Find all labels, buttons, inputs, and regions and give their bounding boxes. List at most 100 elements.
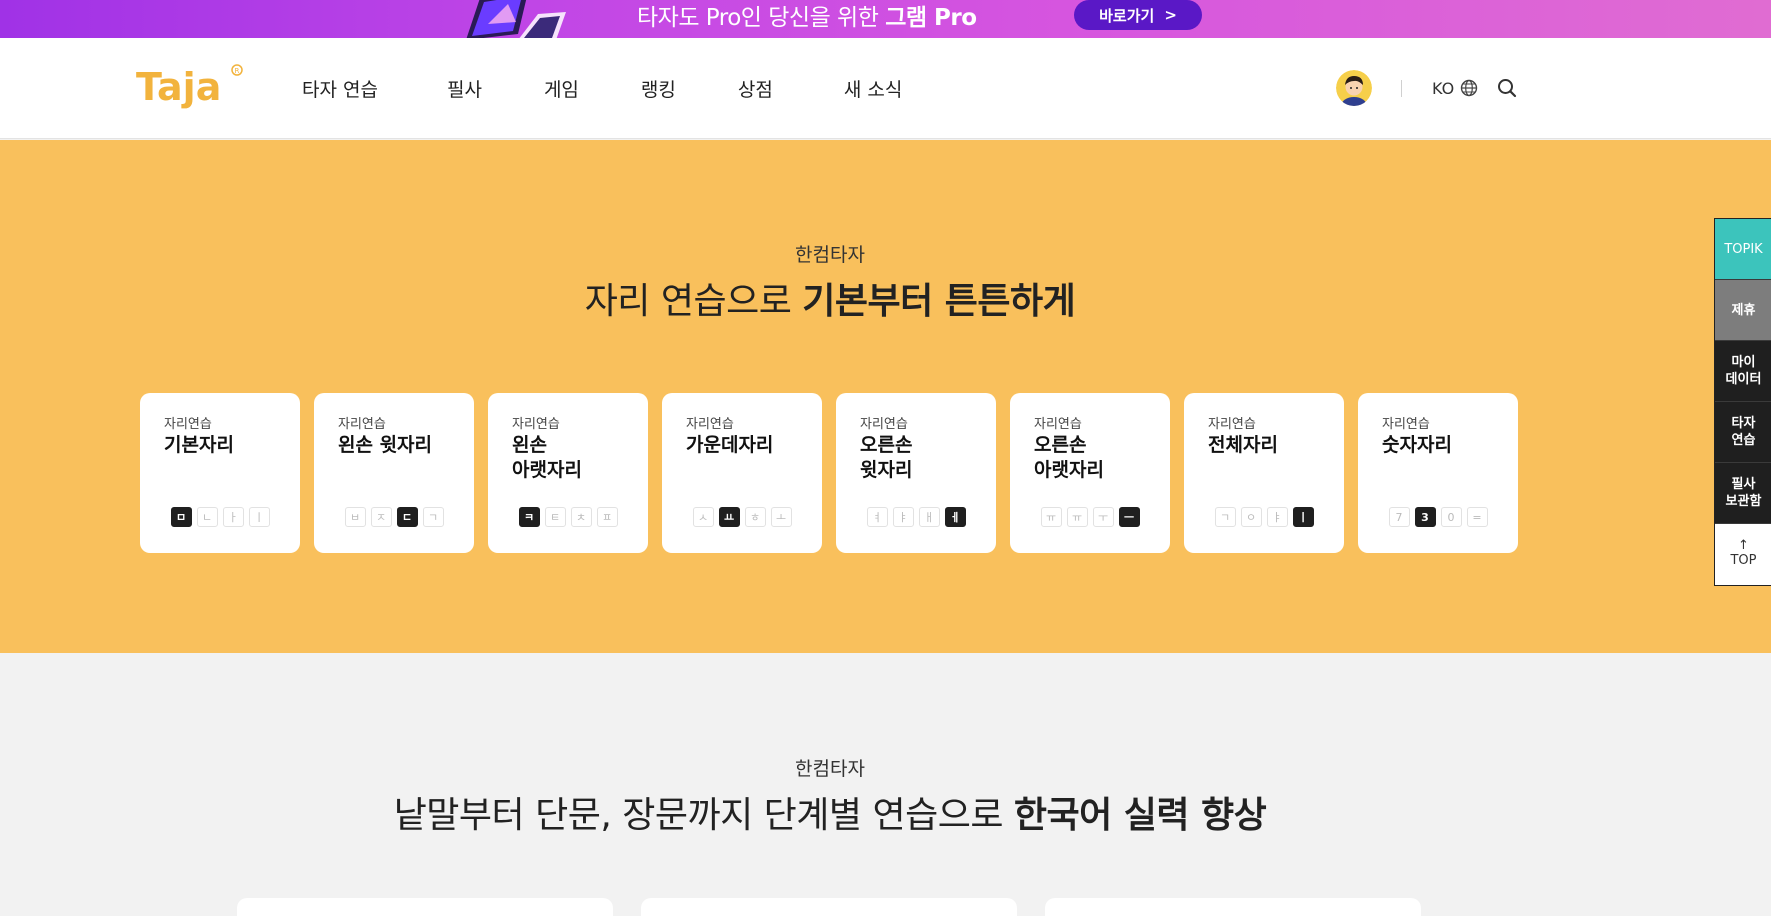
key-cap: ㅌ: [544, 507, 566, 527]
key-cap: =: [1466, 507, 1488, 527]
card-eyebrow: 자리연습: [512, 417, 560, 432]
key-cap-active: 3: [1414, 507, 1436, 527]
laptop-illustration-icon: [466, 0, 566, 38]
key-cap-active: ㅡ: [1118, 507, 1140, 527]
key-cap: ㅐ: [918, 507, 940, 527]
key-cap: ㅍ: [596, 507, 618, 527]
nav-news[interactable]: 새 소식: [844, 75, 902, 102]
svg-text:R: R: [235, 67, 240, 75]
card-eyebrow: 자리연습: [164, 417, 212, 432]
practice-card[interactable]: [237, 898, 613, 916]
practice-card[interactable]: [641, 898, 1017, 916]
card-eyebrow: 자리연습: [686, 417, 734, 432]
main-nav: 타자 연습 필사 게임 랭킹 상점 새 소식: [302, 38, 902, 139]
globe-icon: [1461, 79, 1478, 97]
promo-text: 타자도 Pro인 당신을 위한 그램 Pro: [637, 5, 977, 31]
key-preview: 7 3 0 =: [1358, 507, 1518, 527]
key-cap-active: ㄷ: [396, 507, 418, 527]
key-cap: 0: [1440, 507, 1462, 527]
scroll-top-button[interactable]: ↑ TOP: [1715, 524, 1771, 585]
nav-transcription[interactable]: 필사: [447, 75, 482, 102]
section-eyebrow: 한컴타자: [795, 758, 865, 780]
taja-logo[interactable]: Taja R: [136, 62, 246, 116]
card-eyebrow: 자리연습: [1382, 417, 1430, 432]
side-quick-menu: TOPIK 제휴 마이 데이터 타자 연습 필사 보관함 ↑ TOP: [1714, 218, 1771, 586]
key-cap-active: ㅋ: [518, 507, 540, 527]
key-preview: ㄱㅇㅑㅣ: [1184, 507, 1344, 527]
card-title: 왼손 아랫자리: [512, 434, 582, 481]
section-title: 낱말부터 단문, 장문까지 단계별 연습으로 한국어 실력 향상: [393, 795, 1267, 836]
scroll-top-label: TOP: [1730, 553, 1757, 568]
header-divider: [1401, 80, 1402, 97]
key-cap: ㅣ: [248, 507, 270, 527]
side-item-transcription-archive[interactable]: 필사 보관함: [1715, 463, 1771, 524]
position-card[interactable]: 자리연습 오른손 아랫자리 ㅠㅠㅜㅡ: [1010, 393, 1170, 553]
key-cap: ㅎ: [744, 507, 766, 527]
side-item-my-data[interactable]: 마이 데이터: [1715, 341, 1771, 402]
key-cap-active: ㅔ: [944, 507, 966, 527]
key-cap: ㅈ: [370, 507, 392, 527]
korean-practice-cards: [237, 898, 1421, 916]
card-eyebrow: 자리연습: [860, 417, 908, 432]
key-cap: ㄱ: [422, 507, 444, 527]
practice-card[interactable]: [1045, 898, 1421, 916]
arrow-up-icon: ↑: [1738, 538, 1749, 553]
key-preview: ㅅㅛㅎㅗ: [662, 507, 822, 527]
key-cap: ㅑ: [892, 507, 914, 527]
position-card[interactable]: 자리연습숫자자리 7 3 0 =: [1358, 393, 1518, 553]
language-selector[interactable]: KO: [1432, 75, 1478, 101]
nav-store[interactable]: 상점: [738, 75, 773, 102]
key-cap: ㅠ: [1040, 507, 1062, 527]
logo-text: Taja: [136, 65, 221, 109]
position-card[interactable]: 자리연습 전체자리 ㄱㅇㅑㅣ: [1184, 393, 1344, 553]
card-eyebrow: 자리연습: [338, 417, 386, 432]
key-preview: ㅕㅑㅐㅔ: [836, 507, 996, 527]
card-title: 전체자리: [1208, 434, 1278, 456]
key-cap: ㅜ: [1092, 507, 1114, 527]
card-title: 오른손 윗자리: [860, 434, 913, 481]
avatar[interactable]: [1336, 70, 1372, 106]
position-card[interactable]: 자리연습오른손 윗자리 ㅕㅑㅐㅔ: [836, 393, 996, 553]
key-cap: ㄴ: [196, 507, 218, 527]
nav-typing-practice[interactable]: 타자 연습: [302, 75, 378, 102]
korean-practice-section: 한컴타자 낱말부터 단문, 장문까지 단계별 연습으로 한국어 실력 향상: [0, 653, 1771, 916]
key-cap: ㅠ: [1066, 507, 1088, 527]
card-title: 숫자자리: [1382, 434, 1452, 456]
nav-ranking[interactable]: 랭킹: [641, 75, 676, 102]
card-title: 왼손 윗자리: [338, 434, 433, 456]
key-preview: ㅠㅠㅜㅡ: [1010, 507, 1170, 527]
search-icon[interactable]: [1496, 77, 1518, 99]
side-item-typing-practice[interactable]: 타자 연습: [1715, 402, 1771, 463]
key-cap: ㅑ: [1266, 507, 1288, 527]
card-eyebrow: 자리연습: [1034, 417, 1082, 432]
key-cap: ㅕ: [866, 507, 888, 527]
key-cap: ㅅ: [692, 507, 714, 527]
position-card[interactable]: 자리연습왼손 윗자리 ㅂㅈㄷㄱ: [314, 393, 474, 553]
key-cap: ㅇ: [1240, 507, 1262, 527]
key-preview: ㅋㅌㅊㅍ: [488, 507, 648, 527]
key-cap-active: ㅁ: [170, 507, 192, 527]
nav-game[interactable]: 게임: [544, 75, 579, 102]
promo-go-button[interactable]: 바로가기 >: [1074, 0, 1202, 30]
key-preview: ㅂㅈㄷㄱ: [314, 507, 474, 527]
card-title: 기본자리: [164, 434, 234, 456]
key-cap: ㅏ: [222, 507, 244, 527]
key-cap: ㅊ: [570, 507, 592, 527]
position-card[interactable]: 자리연습왼손 아랫자리 ㅋㅌㅊㅍ: [488, 393, 648, 553]
card-title: 가운데자리: [686, 434, 774, 456]
promo-banner[interactable]: 타자도 Pro인 당신을 위한 그램 Pro 바로가기 >: [0, 0, 1771, 38]
language-label: KO: [1432, 78, 1455, 98]
key-cap-active: ㅣ: [1292, 507, 1314, 527]
key-cap: 7: [1388, 507, 1410, 527]
position-cards: 자리연습 기본자리 ㅁㄴㅏㅣ 자리연습 왼손 윗자리 ㅂㅈㄷㄱ 자리연습 왼손 아랫자리 ㅋㅌㅊ…: [140, 393, 1518, 553]
promo-go-label: 바로가기: [1099, 6, 1155, 25]
side-item-topik[interactable]: TOPIK: [1715, 219, 1771, 280]
section-eyebrow: 한컴타자: [795, 244, 865, 266]
position-card[interactable]: 자리연습가운데자리 ㅅㅛㅎㅗ: [662, 393, 822, 553]
position-card[interactable]: 자리연습기본자리 ㅁㄴㅏㅣ: [140, 393, 300, 553]
section-title: 자리 연습으로 기본부터 튼튼하게: [584, 281, 1076, 322]
chevron-right-icon: >: [1164, 6, 1177, 24]
site-header: Taja R 타자 연습 필사 게임 랭킹 상점 새 소식 KO: [0, 38, 1771, 139]
side-item-partnership[interactable]: 제휴: [1715, 280, 1771, 341]
key-cap: ㅂ: [344, 507, 366, 527]
